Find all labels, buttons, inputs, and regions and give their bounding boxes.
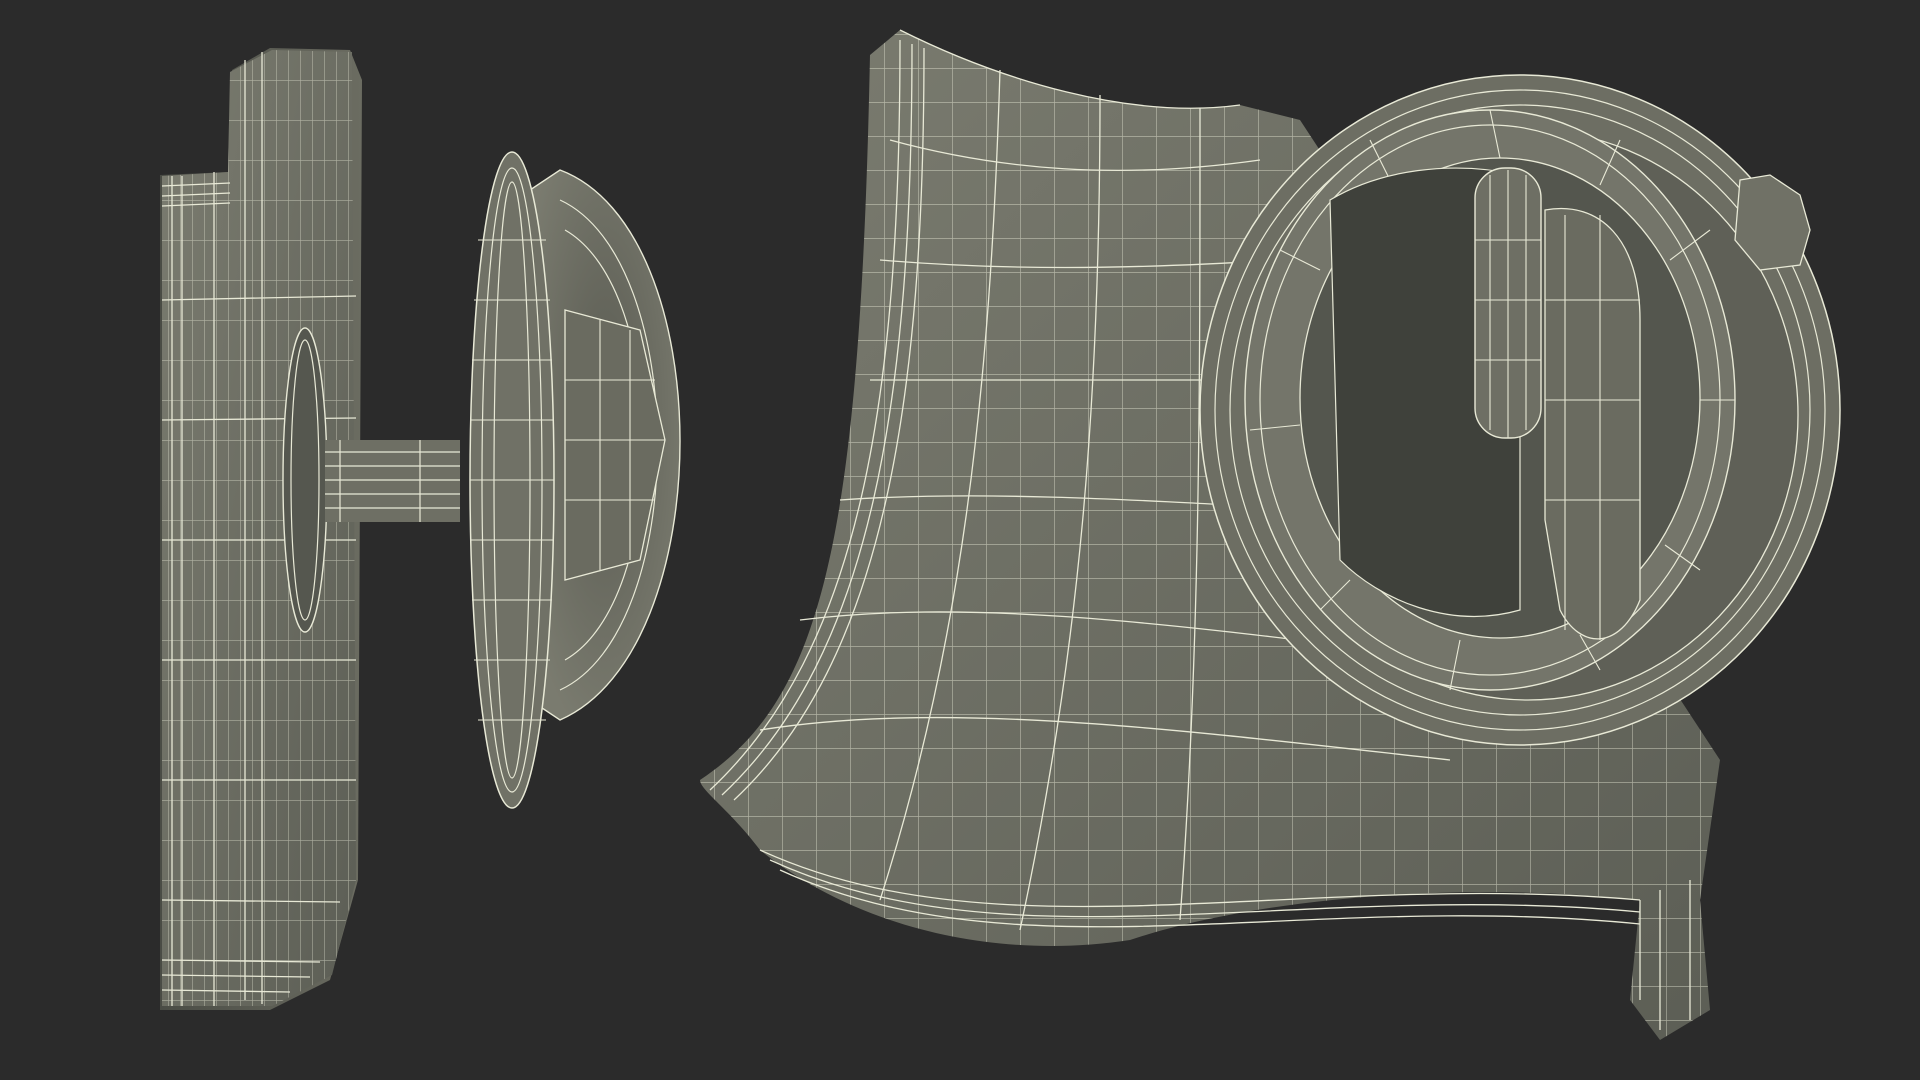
center-lever xyxy=(1544,207,1641,640)
render-canvas xyxy=(160,29,1841,1040)
mount-disc xyxy=(282,327,328,633)
perspective-view-model xyxy=(700,29,1841,1040)
side-view-model xyxy=(160,48,681,1010)
render-viewport xyxy=(0,0,1920,1080)
